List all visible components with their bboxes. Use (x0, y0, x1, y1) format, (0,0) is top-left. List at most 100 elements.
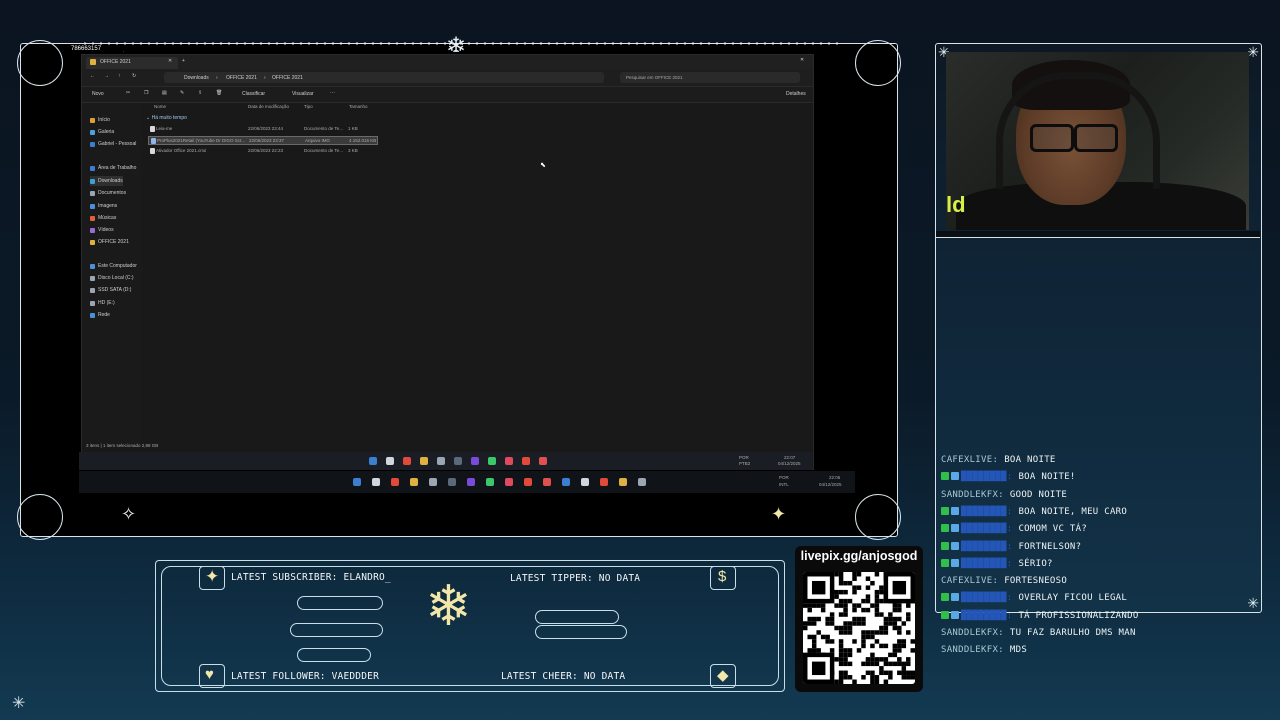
chat-username: ████████: (961, 506, 1013, 517)
file-icon (150, 126, 155, 132)
taskbar-app-icon[interactable] (638, 478, 646, 486)
view-button[interactable]: Visualizar (292, 91, 314, 97)
copy-icon[interactable]: ❐ (144, 90, 148, 96)
file-row[interactable]: Leia-me 22/06/2023 23:44 Documento de Te..… (148, 125, 378, 134)
sidebar-item[interactable]: Disco Local (C:) (90, 273, 134, 283)
sidebar-item[interactable]: Início (90, 115, 110, 125)
sidebar-item[interactable]: SSD SATA (D:) (90, 285, 131, 295)
taskbar-app-icon[interactable] (505, 478, 513, 486)
sidebar-item[interactable]: Galeria (90, 127, 114, 137)
new-tab-icon[interactable]: + (182, 58, 185, 64)
taskbar-app-icon[interactable] (386, 457, 394, 465)
delete-icon[interactable]: 🗑 (216, 90, 222, 96)
file-row[interactable]: ProPlus2021Retail (YouTube Dr DIGO Sct..… (148, 136, 378, 145)
breadcrumb-item[interactable]: OFFICE 2021 (226, 75, 257, 81)
taskbar-app-icon[interactable] (372, 478, 380, 486)
taskbar-app-icon[interactable] (410, 478, 418, 486)
taskbar-app-icon[interactable] (522, 457, 530, 465)
taskbar-app-icon[interactable] (581, 478, 589, 486)
tray-lang[interactable]: POR (739, 455, 749, 460)
sidebar-item[interactable]: Área de Trabalho (90, 163, 136, 173)
taskbar-app-icon[interactable] (562, 478, 570, 486)
column-header-date[interactable]: Data de modificação (248, 104, 289, 109)
file-row[interactable]: Ativador Office 2021.cmd 22/06/2023 22:23… (148, 147, 378, 156)
taskbar-app-icon[interactable] (486, 478, 494, 486)
tab-office-2021[interactable]: OFFICE 2021 ✕ (86, 57, 178, 69)
tray-layout[interactable]: PTB2 (739, 461, 750, 466)
tray-lang[interactable]: POR (779, 475, 789, 480)
column-header-type[interactable]: Tipo (304, 104, 313, 109)
sort-button[interactable]: Classificar (242, 91, 265, 97)
up-arrow-icon[interactable]: ↑ (118, 73, 121, 79)
taskbar-app-icon[interactable] (369, 457, 377, 465)
tray-layout[interactable]: INTL (779, 482, 789, 487)
decor-pill (297, 648, 371, 662)
taskbar-app-icon[interactable] (600, 478, 608, 486)
taskbar-app-icon[interactable] (619, 478, 627, 486)
mouse-cursor-icon: ⬉ (540, 162, 546, 169)
folder-icon (90, 59, 96, 65)
taskbar-app-icon[interactable] (471, 457, 479, 465)
taskbar-app-icon[interactable] (543, 478, 551, 486)
sidebar-item[interactable]: Músicas (90, 213, 116, 223)
sidebar-item[interactable]: Downloads (90, 176, 123, 186)
sidebar-item[interactable]: Este Computador (90, 261, 137, 271)
breadcrumb-item[interactable]: OFFICE 2021 (272, 75, 303, 81)
tray-date[interactable]: 04/12/2025 (778, 461, 801, 466)
column-header-size[interactable]: Tamanho (349, 104, 368, 109)
new-button[interactable]: Novo (92, 91, 104, 97)
taskbar-app-icon[interactable] (420, 457, 428, 465)
file-type: Documento de Te... (304, 148, 343, 153)
sidebar-item-label: Documentos (98, 190, 127, 196)
details-button[interactable]: Detalhes (786, 91, 806, 97)
taskbar-app-icon[interactable] (488, 457, 496, 465)
sidebar-item[interactable]: Documentos (90, 188, 126, 198)
taskbar-app-icon[interactable] (524, 478, 532, 486)
taskbar-app-icon[interactable] (429, 478, 437, 486)
breadcrumb[interactable]: Downloads › OFFICE 2021 › OFFICE 2021 (164, 72, 604, 83)
taskbar-app-icon[interactable] (437, 457, 445, 465)
chat-text: BOA NOITE (1004, 455, 1056, 465)
forward-arrow-icon[interactable]: → (104, 73, 109, 79)
taskbar-app-icon[interactable] (505, 457, 513, 465)
taskbar-app-icon[interactable] (403, 457, 411, 465)
sidebar-item[interactable]: Imagens (90, 201, 117, 211)
taskbar-app-icon[interactable] (448, 478, 456, 486)
tray-time[interactable]: 22:06 (829, 475, 840, 480)
sidebar-item[interactable]: Vídeos (90, 225, 114, 235)
taskbar-app-icon[interactable] (454, 457, 462, 465)
group-header[interactable]: ⌄ Há muito tempo (146, 115, 187, 121)
file-icon (150, 148, 155, 154)
tray-time[interactable]: 22:07 (784, 455, 795, 460)
close-icon[interactable]: ✕ (168, 58, 172, 64)
taskbar-app-icon[interactable] (467, 478, 475, 486)
back-arrow-icon[interactable]: ← (90, 73, 95, 79)
sidebar-item-label: Gabriel - Pessoal (98, 141, 137, 147)
sidebar-item[interactable]: Gabriel - Pessoal (90, 139, 136, 149)
sidebar-item[interactable]: Rede (90, 310, 110, 320)
latest-subscriber: LATEST SUBSCRIBER: ELANDRO_ (231, 572, 391, 583)
column-header-name[interactable]: Nome (154, 104, 166, 109)
folder-icon (90, 203, 95, 209)
folder-icon (90, 141, 95, 147)
taskbar-app-icon[interactable] (539, 457, 547, 465)
taskbar-app-icon[interactable] (353, 478, 361, 486)
tray-date[interactable]: 04/12/2025 (819, 482, 842, 487)
rename-icon[interactable]: ✎ (180, 90, 184, 96)
sidebar-item[interactable]: HD (E:) (90, 298, 115, 308)
chat-text: GOOD NOITE (1009, 489, 1068, 500)
chat-username: ████████: (961, 610, 1013, 621)
sidebar-item[interactable]: OFFICE 2021 (90, 237, 129, 247)
paste-icon[interactable]: ▤ (162, 90, 167, 96)
taskbar-app-icon[interactable] (391, 478, 399, 486)
group-label: Há muito tempo (151, 115, 187, 121)
breadcrumb-item[interactable]: Downloads (184, 75, 209, 81)
close-icon[interactable]: ✕ (800, 57, 804, 63)
more-options-button[interactable]: ··· (330, 90, 335, 96)
cut-icon[interactable]: ✂ (126, 90, 130, 96)
file-name: Leia-me (156, 126, 173, 131)
search-input[interactable]: Pesquisar em OFFICE 2021 (620, 72, 800, 83)
sidebar-item-label: SSD SATA (D:) (98, 287, 132, 293)
share-icon[interactable]: ⇪ (198, 90, 202, 96)
refresh-icon[interactable]: ↻ (132, 73, 136, 79)
